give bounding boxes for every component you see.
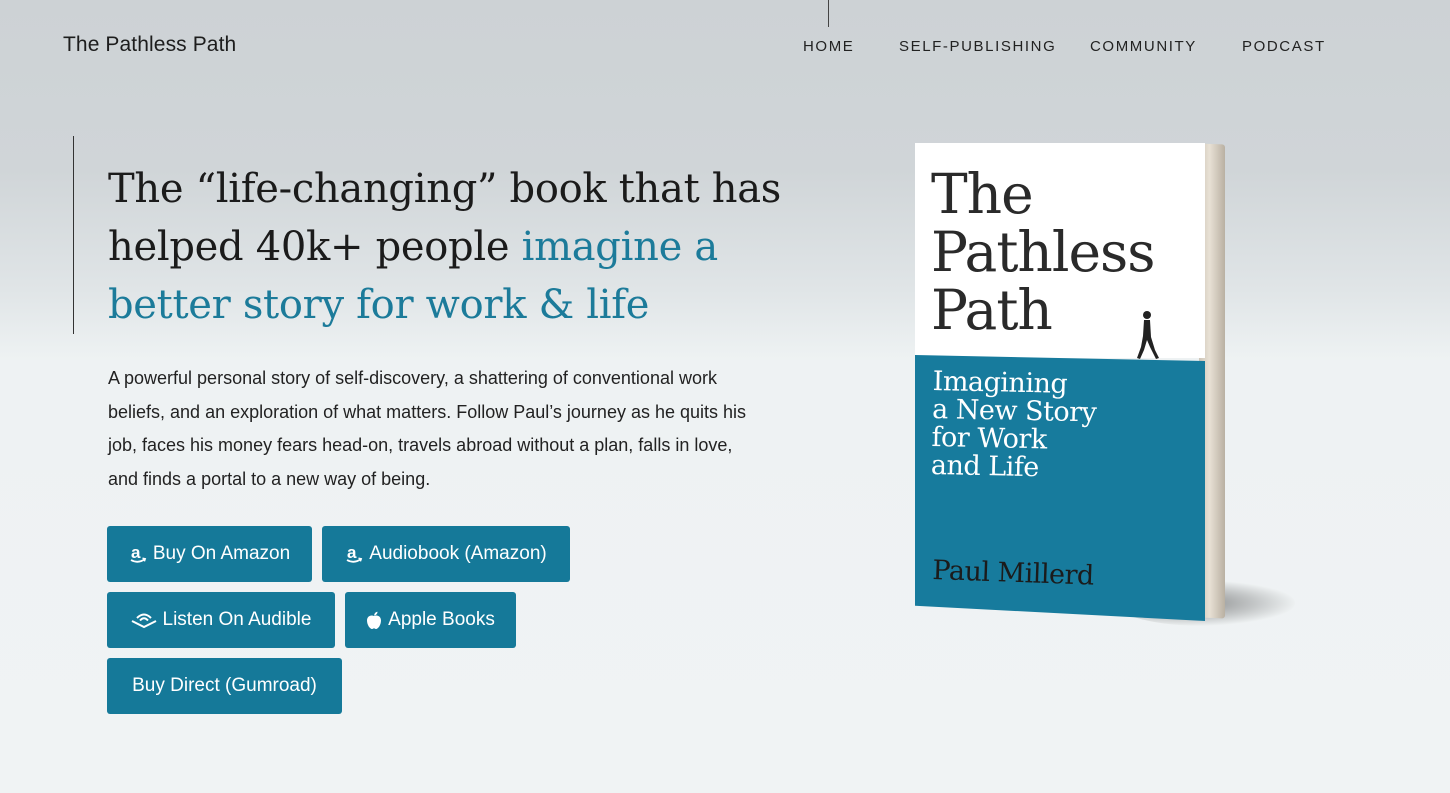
- buy-on-amazon-button[interactable]: a Buy On Amazon: [107, 526, 312, 582]
- buy-on-amazon-label: Buy On Amazon: [152, 543, 291, 564]
- audiobook-amazon-label: Audiobook (Amazon): [369, 543, 547, 564]
- buy-direct-gumroad-label: Buy Direct (Gumroad): [132, 675, 317, 696]
- hero-headline: The “life-changing” book that has helped…: [108, 160, 808, 334]
- nav-home[interactable]: HOME: [803, 38, 854, 55]
- nav-divider: [828, 0, 829, 27]
- nav-self-publishing[interactable]: SELF-PUBLISHING: [899, 38, 1056, 55]
- listen-on-audible-label: Listen On Audible: [162, 609, 312, 630]
- cover-author: Paul Millerd: [931, 555, 1095, 592]
- nav-podcast[interactable]: PODCAST: [1242, 38, 1326, 55]
- site-title[interactable]: The Pathless Path: [63, 33, 236, 57]
- book-cover-image: The Pathless Path Imagining a New Story …: [905, 140, 1305, 630]
- audible-icon: [131, 611, 157, 629]
- book-front-cover: The Pathless Path Imagining a New Story …: [915, 143, 1205, 621]
- amazon-icon: a: [345, 544, 363, 564]
- audiobook-amazon-button[interactable]: a Audiobook (Amazon): [322, 526, 570, 582]
- apple-books-label: Apple Books: [388, 609, 495, 630]
- svg-text:a: a: [347, 544, 357, 562]
- walking-person-icon: [1137, 311, 1159, 359]
- buy-direct-gumroad-button[interactable]: Buy Direct (Gumroad): [107, 658, 342, 714]
- listen-on-audible-button[interactable]: Listen On Audible: [107, 592, 335, 648]
- cover-title: The Pathless Path: [931, 162, 1155, 342]
- apple-books-button[interactable]: Apple Books: [345, 592, 516, 648]
- svg-text:a: a: [131, 544, 141, 562]
- apple-icon: [366, 611, 382, 630]
- cover-subtitle: Imagining a New Story for Work and Life: [930, 366, 1097, 484]
- hero-description: A powerful personal story of self-discov…: [108, 368, 747, 490]
- amazon-icon: a: [129, 544, 147, 564]
- nav-community[interactable]: COMMUNITY: [1090, 38, 1197, 55]
- headline-quote-bar: [73, 136, 74, 334]
